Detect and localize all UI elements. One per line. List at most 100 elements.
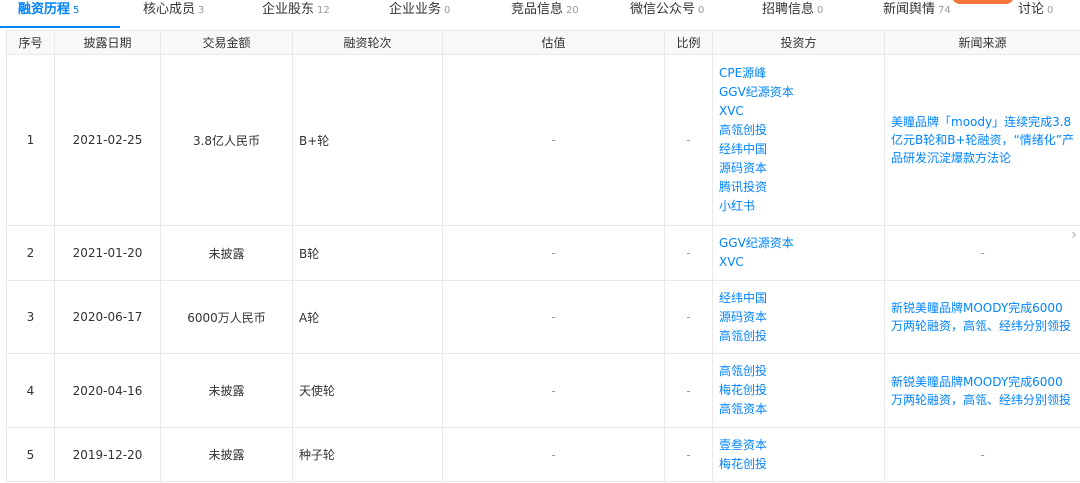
row-date: 2021-01-20 — [54, 225, 161, 281]
tab-shareholders[interactable]: 企业股东 12 — [262, 0, 330, 28]
table-row: 2 2021-01-20 未披露 B轮 - - GGV纪源资本 XVC - — [6, 225, 1080, 281]
row-news: 新锐美瞳品牌MOODY完成6000万两轮融资，高瓴、经纬分别领投 — [884, 280, 1080, 354]
news-link[interactable]: 美瞳品牌「moody」连续完成3.8亿元B轮和B+轮融资，“情绪化”产品研发沉淀… — [891, 115, 1074, 165]
tab-count: 12 — [317, 5, 330, 16]
tab-count: 20 — [566, 5, 579, 16]
investor-link[interactable]: 高瓴创投 — [719, 362, 884, 381]
news-link[interactable]: 新锐美瞳品牌MOODY完成6000万两轮融资，高瓴、经纬分别领投 — [891, 375, 1071, 407]
tab-competitors[interactable]: 竞品信息 20 — [511, 0, 579, 28]
tab-label: 企业业务 — [389, 2, 442, 17]
promo-badge — [952, 0, 1014, 4]
row-index: 4 — [6, 353, 55, 428]
tab-count: 3 — [198, 5, 205, 16]
column-header-index: 序号 — [6, 30, 55, 55]
row-investors: CPE源峰 GGV纪源资本 XVC 高瓴创投 经纬中国 源码资本 腾讯投资 小红… — [712, 54, 885, 226]
tab-count: 74 — [938, 5, 951, 16]
investor-link[interactable]: GGV纪源资本 — [719, 234, 884, 253]
row-news: 新锐美瞳品牌MOODY完成6000万两轮融资，高瓴、经纬分别领投 — [884, 353, 1080, 428]
column-header-amount: 交易金额 — [160, 30, 293, 55]
tab-core-members[interactable]: 核心成员 3 — [143, 0, 204, 28]
row-round: 种子轮 — [292, 427, 443, 482]
investor-link[interactable]: XVC — [719, 102, 884, 121]
investor-link[interactable]: CPE源峰 — [719, 64, 884, 83]
row-valuation: - — [442, 280, 665, 354]
row-investors: GGV纪源资本 XVC — [712, 225, 885, 281]
row-valuation: - — [442, 225, 665, 281]
row-news: 美瞳品牌「moody」连续完成3.8亿元B轮和B+轮融资，“情绪化”产品研发沉淀… — [884, 54, 1080, 226]
tab-label: 新闻舆情 — [883, 2, 936, 17]
investor-link[interactable]: 高瓴创投 — [719, 327, 884, 346]
column-header-ratio: 比例 — [664, 30, 713, 55]
tab-discussion[interactable]: 讨论 0 — [1018, 0, 1053, 28]
investor-link[interactable]: GGV纪源资本 — [719, 83, 884, 102]
row-news: - — [884, 225, 1080, 281]
row-investors: 高瓴创投 梅花创投 高瓴资本 — [712, 353, 885, 428]
news-link[interactable]: 新锐美瞳品牌MOODY完成6000万两轮融资，高瓴、经纬分别领投 — [891, 301, 1071, 333]
investor-link[interactable]: 壹叁资本 — [719, 436, 884, 455]
financing-table: 序号 披露日期 交易金额 融资轮次 估值 比例 投资方 新闻来源 1 2021-… — [6, 30, 1080, 482]
row-date: 2020-06-17 — [54, 280, 161, 354]
row-round: A轮 — [292, 280, 443, 354]
column-header-news: 新闻来源 — [884, 30, 1080, 55]
table-row: 1 2021-02-25 3.8亿人民币 B+轮 - - CPE源峰 GGV纪源… — [6, 54, 1080, 226]
row-amount: 未披露 — [160, 225, 293, 281]
investor-link[interactable]: 高瓴资本 — [719, 400, 884, 419]
tab-label: 核心成员 — [143, 2, 196, 17]
investor-link[interactable]: 经纬中国 — [719, 140, 884, 159]
tab-wechat-accounts[interactable]: 微信公众号 0 — [630, 0, 704, 28]
tab-label: 招聘信息 — [762, 2, 815, 17]
tab-count: 0 — [444, 5, 451, 16]
chevron-right-icon[interactable]: › — [1068, 226, 1080, 244]
row-index: 3 — [6, 280, 55, 354]
row-index: 5 — [6, 427, 55, 482]
tab-count: 5 — [73, 5, 80, 16]
investor-link[interactable]: 经纬中国 — [719, 289, 884, 308]
investor-link[interactable]: 小红书 — [719, 197, 884, 216]
row-date: 2020-04-16 — [54, 353, 161, 428]
row-ratio: - — [664, 427, 713, 482]
row-news: - — [884, 427, 1080, 482]
row-amount: 3.8亿人民币 — [160, 54, 293, 226]
row-ratio: - — [664, 225, 713, 281]
investor-link[interactable]: 高瓴创投 — [719, 121, 884, 140]
investor-link[interactable]: 源码资本 — [719, 159, 884, 178]
row-round: 天使轮 — [292, 353, 443, 428]
tab-label: 融资历程 — [18, 2, 71, 17]
row-date: 2021-02-25 — [54, 54, 161, 226]
tab-recruitment[interactable]: 招聘信息 0 — [762, 0, 823, 28]
table-row: 5 2019-12-20 未披露 种子轮 - - 壹叁资本 梅花创投 - — [6, 427, 1080, 482]
row-valuation: - — [442, 54, 665, 226]
investor-link[interactable]: XVC — [719, 253, 884, 272]
row-amount: 未披露 — [160, 353, 293, 428]
row-ratio: - — [664, 54, 713, 226]
tab-count: 0 — [698, 5, 705, 16]
row-round: B轮 — [292, 225, 443, 281]
investor-link[interactable]: 梅花创投 — [719, 455, 884, 474]
column-header-investors: 投资方 — [712, 30, 885, 55]
tab-label: 讨论 — [1018, 2, 1045, 17]
investor-link[interactable]: 源码资本 — [719, 308, 884, 327]
column-header-valuation: 估值 — [442, 30, 665, 55]
tab-label: 企业股东 — [262, 2, 315, 17]
table-header-row: 序号 披露日期 交易金额 融资轮次 估值 比例 投资方 新闻来源 — [6, 30, 1080, 55]
tab-financing-history[interactable]: 融资历程 5 — [18, 0, 79, 28]
financing-table-container: 序号 披露日期 交易金额 融资轮次 估值 比例 投资方 新闻来源 1 2021-… — [6, 30, 1080, 482]
row-investors: 壹叁资本 梅花创投 — [712, 427, 885, 482]
tab-bar: 融资历程 5 核心成员 3 企业股东 12 企业业务 0 竞品信息 20 微信公众号 0 招… — [0, 0, 1080, 30]
tab-business[interactable]: 企业业务 0 — [389, 0, 450, 28]
row-index: 2 — [6, 225, 55, 281]
row-investors: 经纬中国 源码资本 高瓴创投 — [712, 280, 885, 354]
row-index: 1 — [6, 54, 55, 226]
row-ratio: - — [664, 353, 713, 428]
row-valuation: - — [442, 427, 665, 482]
table-row: 3 2020-06-17 6000万人民币 A轮 - - 经纬中国 源码资本 高… — [6, 280, 1080, 354]
investor-link[interactable]: 梅花创投 — [719, 381, 884, 400]
row-amount: 未披露 — [160, 427, 293, 482]
row-ratio: - — [664, 280, 713, 354]
row-valuation: - — [442, 353, 665, 428]
investor-link[interactable]: 腾讯投资 — [719, 178, 884, 197]
column-header-round: 融资轮次 — [292, 30, 443, 55]
tab-news-sentiment[interactable]: 新闻舆情 74 — [883, 0, 951, 28]
tab-label: 竞品信息 — [511, 2, 564, 17]
tab-count: 0 — [817, 5, 824, 16]
